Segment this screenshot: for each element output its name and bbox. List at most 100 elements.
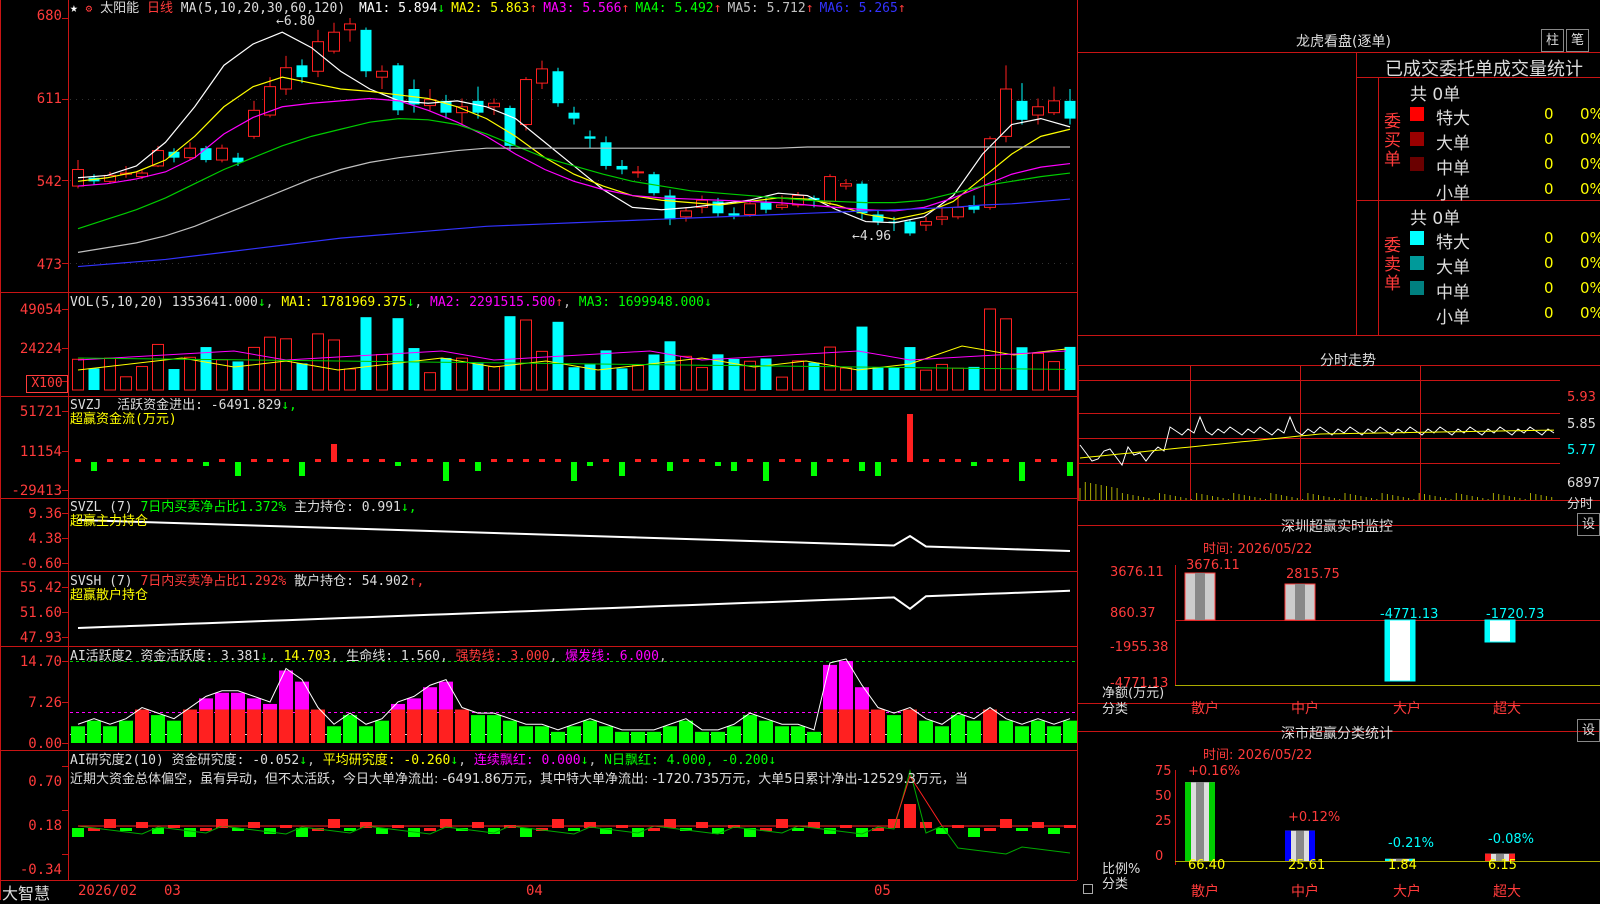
buy-side-label: 委买单	[1384, 113, 1402, 170]
fund-flow-bar	[267, 459, 273, 462]
fund-flow-bar	[203, 462, 209, 466]
volume-bar-down	[969, 367, 980, 390]
svzl-label2: 主力持仓: 0.991	[294, 500, 401, 515]
vol-unit-button[interactable]: X100	[26, 375, 68, 393]
high-mark-value: 6.80	[284, 14, 315, 29]
ai2-l1: 资金研究度: -0.052	[172, 753, 300, 768]
activity-bar	[919, 721, 933, 743]
fund-flow-bar	[475, 462, 481, 471]
gear-icon[interactable]: ⚙	[86, 2, 93, 15]
volume-bar-up	[105, 358, 116, 390]
star-icon[interactable]: ★	[70, 1, 78, 16]
class-change-2: -0.21%	[1388, 836, 1434, 851]
activity-bar	[631, 732, 645, 743]
volume-bar-down	[761, 358, 772, 390]
volume-bar-down	[89, 368, 100, 390]
sz-monitor-settings-button[interactable]: 设	[1577, 513, 1600, 536]
svsh-arrow: ↑,	[409, 574, 425, 589]
volume-bar-up	[841, 368, 852, 390]
volume-bar-up	[1049, 362, 1060, 390]
candle-body-down	[361, 30, 372, 71]
fenshi-price-mid: 5.85	[1567, 417, 1596, 432]
buy-side-text: 委买单	[1384, 112, 1401, 170]
monitor-axis-label-1: 860.37	[1110, 606, 1156, 621]
class-axis-label-2: 25	[1155, 814, 1172, 829]
fund-flow-bar	[123, 459, 129, 462]
volume-bar-down	[169, 369, 180, 390]
sz-monitor-cat-label: 分类	[1102, 698, 1128, 717]
low-mark: ←4.96	[852, 229, 891, 244]
fund-flow-bar	[987, 459, 993, 462]
candle-body-up	[1001, 89, 1012, 136]
activity-bar	[807, 732, 821, 743]
svzl-sub: 超赢主力持仓	[70, 514, 148, 529]
volume-bar-up	[185, 357, 196, 390]
research-bar	[328, 819, 340, 828]
activity-bar-base	[231, 710, 245, 743]
class-bar-edge-1	[1285, 831, 1291, 861]
lock-icon[interactable]	[1083, 884, 1093, 894]
ma-arrow-3: ↑	[622, 1, 630, 16]
ai1-value2: 14.703	[284, 649, 331, 664]
activity-bar-base	[855, 710, 869, 743]
fund-flow-bar	[843, 459, 849, 462]
svsh-axis-mid: 51.60	[0, 605, 62, 621]
fund-flow-bar	[187, 459, 193, 462]
class-cat-2: 大户	[1393, 881, 1421, 901]
activity-bar	[871, 710, 885, 743]
class-bar-edge-0	[1185, 782, 1191, 861]
svsh-label2: 散户持仓: 54.902	[294, 574, 409, 589]
research-bar	[696, 822, 708, 828]
monitor-value-3: -1720.73	[1486, 607, 1544, 622]
sz-class-title: 深市超赢分类统计	[1281, 723, 1393, 743]
sz-monitor-settings-label: 设	[1582, 517, 1595, 532]
svzl-axis-mid: 4.38	[0, 531, 62, 547]
fund-flow-bar	[603, 459, 609, 462]
sz-class-settings-button[interactable]: 设	[1577, 719, 1600, 742]
activity-bar	[887, 715, 901, 743]
fund-flow-bar	[411, 459, 417, 462]
volume-bar-up	[681, 356, 692, 390]
svzj-title: SVZJ	[70, 398, 101, 413]
ma-def: MA(5,10,20,30,60,120)	[181, 1, 345, 16]
candle-body-up	[1049, 101, 1060, 113]
sell-total: 共 0单	[1410, 204, 1460, 229]
candle-body-up	[1033, 107, 1044, 115]
ai2-header: AI研究度2(10) 资金研究度: -0.052↓, 平均研究度: -0.260…	[70, 753, 776, 768]
fund-flow-bar	[1035, 459, 1041, 462]
svsh-axis-top: 55.42	[0, 580, 62, 596]
fenshi-price-high: 5.93	[1567, 390, 1596, 405]
volume-bar-down	[649, 354, 660, 390]
sell-swatch-1	[1410, 256, 1424, 270]
class-value-0: 66.40	[1188, 858, 1225, 873]
activity-bar	[455, 710, 469, 743]
activity-bar	[327, 726, 341, 743]
research-bar	[568, 828, 580, 831]
fund-flow-bar	[1051, 459, 1057, 462]
activity-bar	[583, 721, 597, 743]
sell-pct-3: 0%	[1580, 304, 1600, 322]
activity-bar-base	[407, 710, 421, 743]
period-label[interactable]: 日线	[147, 1, 173, 16]
buy-swatch-2	[1410, 157, 1424, 171]
tick-view-button[interactable]: 笔	[1566, 29, 1589, 52]
vol-axis-top: 49054	[0, 302, 62, 318]
date-label-3: 05	[874, 884, 891, 899]
sz-class-cat-label: 分类	[1102, 873, 1128, 892]
ai2-l3: 连续飘红: 0.000	[474, 753, 581, 768]
volume-bar-down	[505, 316, 516, 390]
fund-flow-bar	[555, 459, 561, 462]
ai1-label: 资金活跃度: 3.381	[140, 649, 260, 664]
candle-body-down	[729, 213, 740, 215]
activity-bar	[567, 726, 581, 743]
activity-bar-base	[391, 710, 405, 743]
low-mark-value: 4.96	[860, 229, 891, 244]
bar-view-button[interactable]: 柱	[1541, 29, 1564, 52]
volume-bar-up	[137, 367, 148, 390]
fund-flow-bar	[299, 462, 305, 476]
candle-body-up	[841, 184, 852, 186]
fund-flow-bar	[635, 459, 641, 462]
activity-bar	[1047, 726, 1061, 743]
activity-bar	[519, 726, 533, 743]
activity-bar	[999, 721, 1013, 743]
